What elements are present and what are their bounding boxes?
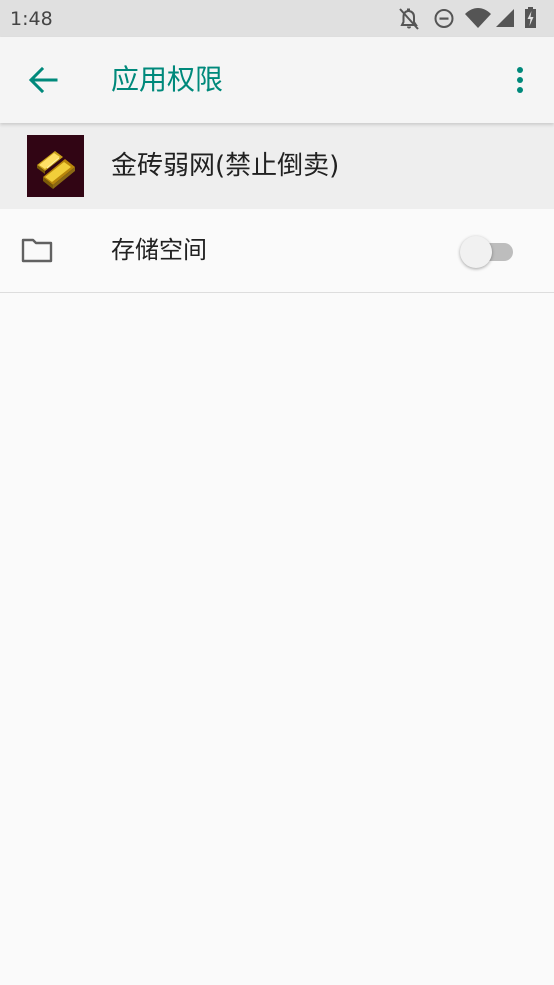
gold-bar-app-icon — [27, 135, 84, 197]
page-title: 应用权限 — [111, 63, 224, 96]
back-button[interactable] — [14, 50, 74, 110]
more-options-button[interactable] — [500, 60, 540, 100]
app-name: 金砖弱网(禁止倒卖) — [111, 151, 340, 181]
permission-row-storage[interactable]: 存储空间 — [0, 209, 554, 293]
folder-icon — [21, 236, 53, 264]
storage-permission-toggle[interactable] — [460, 234, 516, 268]
arrow-back-icon — [28, 66, 58, 94]
notifications-off-icon — [399, 8, 419, 30]
do-not-disturb-icon — [434, 9, 454, 28]
toggle-thumb — [460, 236, 492, 268]
app-header: 金砖弱网(禁止倒卖) — [0, 123, 554, 209]
more-vert-icon — [517, 67, 523, 93]
permission-label: 存储空间 — [111, 236, 207, 264]
status-icons — [394, 0, 554, 37]
wifi-icon — [465, 8, 491, 28]
status-time: 1:48 — [10, 8, 53, 30]
cellular-signal-icon — [496, 9, 514, 27]
status-bar: 1:48 — [0, 0, 554, 37]
battery-charging-icon — [525, 7, 536, 28]
app-bar: 应用权限 — [0, 37, 554, 123]
